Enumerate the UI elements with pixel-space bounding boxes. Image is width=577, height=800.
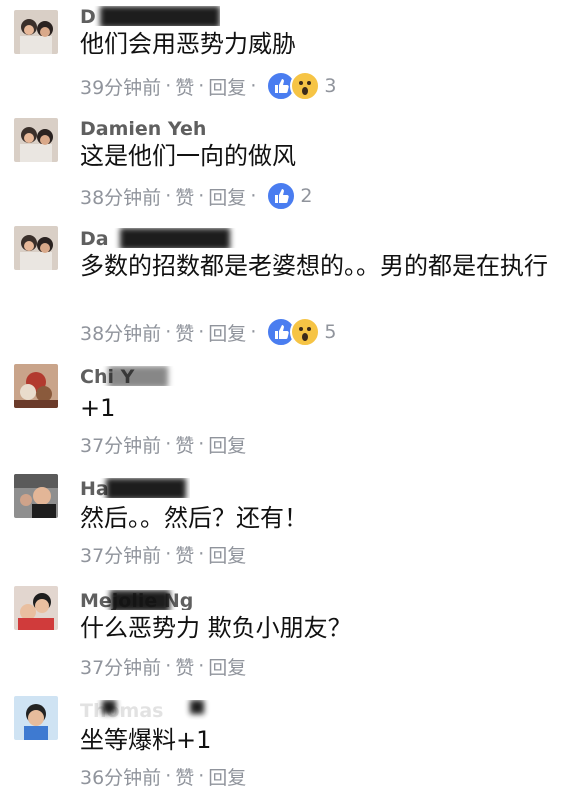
reply-link[interactable]: 回复 <box>208 319 246 346</box>
commenter-name[interactable]: Mejolie Ng <box>80 590 230 610</box>
like-link[interactable]: 赞 <box>175 319 194 346</box>
comment-text: 他们会用恶势力威胁 <box>80 30 296 58</box>
comment-meta: 37分钟前 · 赞 · 回复 <box>80 430 246 458</box>
reaction-count[interactable]: 5 <box>324 321 336 343</box>
comment-text: 什么恶势力 欺负小朋友？ <box>80 614 352 642</box>
thumbs-up-icon[interactable] <box>266 181 297 211</box>
reply-link[interactable]: 回复 <box>208 431 246 458</box>
reply-link[interactable]: 回复 <box>208 183 246 210</box>
timestamp: 37分钟前 <box>80 656 162 679</box>
timestamp: 38分钟前 <box>80 322 162 345</box>
commenter-name[interactable]: Thomas <box>80 700 240 720</box>
avatar[interactable] <box>14 474 58 518</box>
commenter-name[interactable]: Damien Yeh <box>80 118 220 138</box>
avatar[interactable] <box>14 226 58 270</box>
comment-meta: 39分钟前 · 赞 · 回复 · 3 <box>80 71 336 101</box>
timestamp: 39分钟前 <box>80 76 162 99</box>
wow-face-icon[interactable] <box>290 71 321 101</box>
like-link[interactable]: 赞 <box>175 183 194 210</box>
reaction-count[interactable]: 3 <box>324 75 336 97</box>
timestamp: 36分钟前 <box>80 766 162 789</box>
comment-meta: 37分钟前 · 赞 · 回复 <box>80 652 246 680</box>
timestamp: 37分钟前 <box>80 544 162 567</box>
avatar[interactable] <box>14 586 58 630</box>
wow-face-icon[interactable] <box>290 317 321 347</box>
avatar[interactable] <box>14 696 58 740</box>
comment-text: 这是他们一向的做风 <box>80 142 296 170</box>
reply-link[interactable]: 回复 <box>208 73 246 100</box>
comment-text: 坐等爆料+1 <box>80 726 212 754</box>
reply-link[interactable]: 回复 <box>208 653 246 680</box>
like-link[interactable]: 赞 <box>175 541 194 568</box>
avatar[interactable] <box>14 364 58 408</box>
comment-text: 然后。。然后？还有！ <box>80 504 308 532</box>
comment-meta: 38分钟前 · 赞 · 回复 · 2 <box>80 181 312 211</box>
reaction-count[interactable]: 2 <box>300 185 312 207</box>
commenter-name[interactable]: Da <box>80 228 240 248</box>
commenter-name[interactable]: D <box>80 6 220 26</box>
comment-text: 多数的招数都是老婆想的。。男的都是在执行 <box>80 252 548 280</box>
avatar[interactable] <box>14 10 58 54</box>
avatar[interactable] <box>14 118 58 162</box>
reply-link[interactable]: 回复 <box>208 763 246 790</box>
comment-meta: 36分钟前 · 赞 · 回复 <box>80 762 246 790</box>
commenter-name[interactable]: Ha <box>80 478 190 498</box>
timestamp: 38分钟前 <box>80 186 162 209</box>
commenter-name[interactable]: Chi Y <box>80 366 180 386</box>
like-link[interactable]: 赞 <box>175 653 194 680</box>
comment-meta: 38分钟前 · 赞 · 回复 · 5 <box>80 317 336 347</box>
like-link[interactable]: 赞 <box>175 763 194 790</box>
like-link[interactable]: 赞 <box>175 431 194 458</box>
like-link[interactable]: 赞 <box>175 73 194 100</box>
timestamp: 37分钟前 <box>80 434 162 457</box>
reply-link[interactable]: 回复 <box>208 541 246 568</box>
comment-text: +1 <box>80 394 116 422</box>
comment-meta: 37分钟前 · 赞 · 回复 <box>80 540 246 568</box>
